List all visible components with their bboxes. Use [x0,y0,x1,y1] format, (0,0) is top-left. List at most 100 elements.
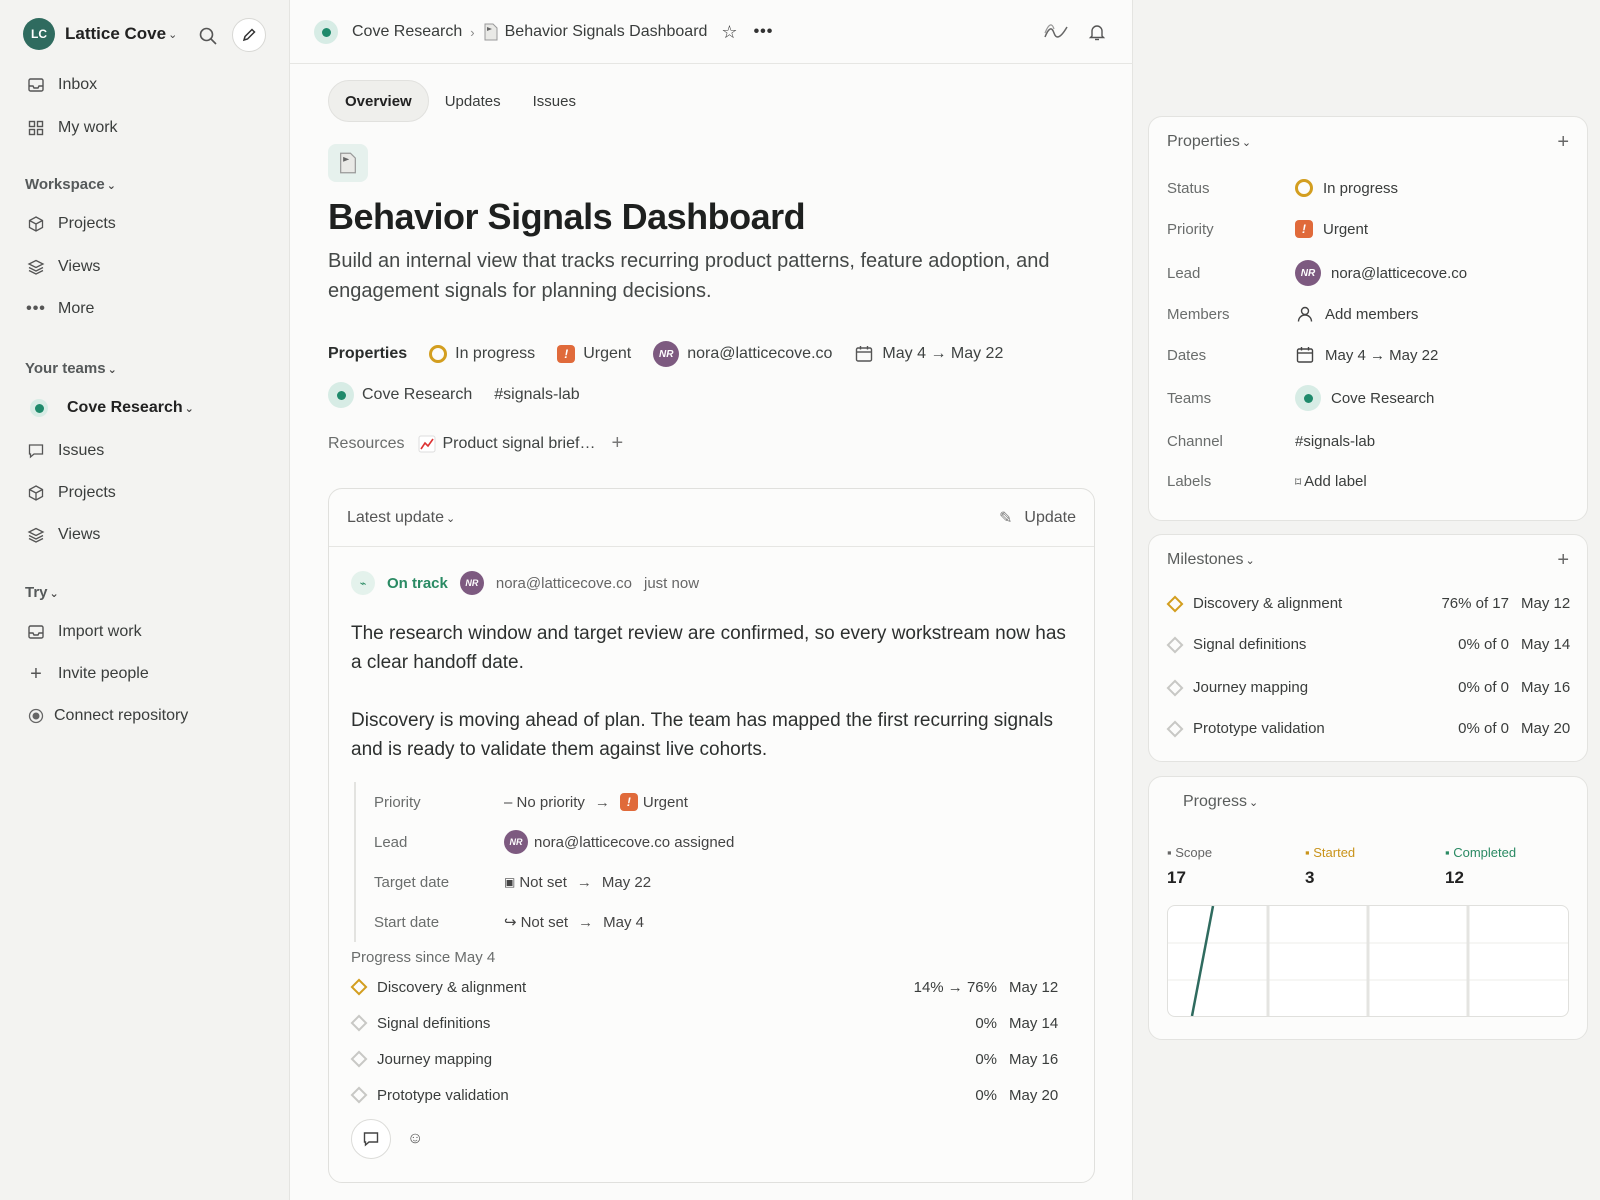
project-icon[interactable] [328,144,368,182]
sidebar-item-label: Projects [58,484,116,501]
team-icon [29,398,49,418]
sidebar-item-team-projects[interactable]: Projects [26,481,116,505]
emoji-icon[interactable]: ☺ [407,1130,423,1148]
list-item[interactable]: Prototype validation 0% May 20 [349,1077,1061,1113]
sidebar-item-inbox[interactable]: Inbox [26,73,97,97]
update-paragraph: Discovery is moving ahead of plan. The t… [351,710,1053,760]
team-chip[interactable]: Cove Research [328,382,472,408]
change-to: May 4 [603,913,644,931]
in-progress-icon [1295,179,1313,197]
priority-chip[interactable]: ! Urgent [557,345,631,363]
progress-panel-toggle[interactable]: Progress ⌄ [1183,793,1258,811]
repository-icon [26,706,46,726]
breadcrumb-project[interactable]: Behavior Signals Dashboard [505,23,708,41]
property-value: In progress [1323,179,1399,197]
teams-value[interactable]: Cove Research [1295,385,1434,411]
channel-value[interactable]: #signals-lab [1295,433,1375,450]
add-label-button[interactable]: ⌑ Add label [1295,473,1367,490]
sidebar-item-invite-people[interactable]: + Invite people [26,662,149,686]
list-item[interactable]: Discovery & alignment 14% → 76% May 12 [349,969,1061,1005]
project-description[interactable]: Build an internal view that tracks recur… [328,246,1088,306]
tab-overview[interactable]: Overview [328,80,429,122]
chevron-down-icon: ⌄ [184,402,194,415]
dates-value[interactable]: May 4 → May 22 [1295,345,1438,365]
more-icon[interactable]: ••• [754,23,774,41]
list-item[interactable]: Journey mapping 0% May 16 [349,1041,1061,1077]
workspace-switcher[interactable]: LC Lattice Cove ⌄ [23,18,177,50]
list-item[interactable]: Discovery & alignment 76% of 17 May 12 [1166,595,1571,612]
latest-update-toggle[interactable]: Latest update ⌄ [347,509,455,527]
add-property-icon[interactable]: + [1557,131,1569,154]
star-icon[interactable]: ☆ [721,22,737,43]
breadcrumb: Cove Research › Behavior Signals Dashboa… [314,20,773,44]
list-item[interactable]: Journey mapping 0% of 0 May 16 [1166,679,1571,696]
list-item[interactable]: Signal definitions 0% May 14 [349,1005,1061,1041]
properties-panel-toggle[interactable]: Properties ⌄ [1167,133,1251,151]
grid-icon [26,118,46,138]
lead-value[interactable]: NR nora@latticecove.co [1295,260,1467,286]
activity-icon[interactable] [1043,22,1069,42]
update-button[interactable]: ✎ Update [999,508,1076,528]
property-priority: Priority! Urgent [1167,220,1571,238]
sidebar-item-my-work[interactable]: My work [26,116,118,140]
tab-updates[interactable]: Updates [429,80,517,122]
dates-chip[interactable]: May 4 → May 22 [854,344,1003,364]
sidebar-item-label: Inbox [58,76,98,93]
list-item[interactable]: Prototype validation 0% of 0 May 20 [1166,720,1571,737]
add-milestone-icon[interactable]: + [1557,549,1569,572]
milestone-diamond-icon [1166,595,1184,612]
sidebar-item-issues[interactable]: Issues [26,439,104,463]
urgent-icon: ! [557,345,576,363]
breadcrumb-team[interactable]: Cove Research [352,23,462,41]
milestone-percent: 0% of 0 [1458,636,1509,653]
channel-chip[interactable]: #signals-lab [494,386,579,404]
list-item[interactable]: Signal definitions 0% of 0 May 14 [1166,636,1571,653]
property-label: Labels [1167,473,1212,490]
workspace-section-toggle[interactable]: Workspace ⌄ [25,176,116,193]
milestone-name: Prototype validation [377,1086,509,1104]
properties-row-2: Cove Research #signals-lab [328,382,602,408]
status-value[interactable]: In progress [1295,179,1398,197]
page-title[interactable]: Behavior Signals Dashboard [328,196,806,238]
teams-section-toggle[interactable]: Your teams ⌄ [25,360,117,377]
milestones-panel-toggle[interactable]: Milestones ⌄ [1167,551,1255,569]
sidebar-item-projects[interactable]: Projects [26,212,116,236]
comment-button[interactable] [351,1119,391,1159]
sidebar-team-cove-research[interactable]: Cove Research ⌄ [29,396,194,420]
members-value[interactable]: Add members [1295,304,1418,324]
milestone-date: May 20 [1521,720,1571,737]
sidebar-item-team-views[interactable]: Views [26,523,100,547]
health-status: On track [387,574,448,592]
search-icon[interactable] [196,24,220,48]
milestone-diamond-icon [350,1050,368,1068]
stat-value: 17 [1167,868,1186,887]
inbox-icon [26,75,46,95]
milestone-name: Signal definitions [1193,636,1307,653]
lead-text: nora@latticecove.co [687,345,833,362]
try-section-toggle[interactable]: Try ⌄ [25,584,59,601]
document-icon [483,23,499,41]
sidebar-item-label: Import work [58,623,142,640]
change-label: Priority [374,793,421,811]
bell-icon[interactable] [1087,22,1107,42]
sidebar-item-import-work[interactable]: Import work [26,620,142,644]
layers-icon [26,525,46,545]
update-author[interactable]: nora@latticecove.co [496,575,632,592]
chevron-down-icon: ⌄ [107,364,117,376]
milestone-name: Journey mapping [377,1050,493,1068]
priority-value[interactable]: ! Urgent [1295,220,1368,238]
update-changes: Priority – No priority →! Urgent Lead NR no… [354,782,1054,942]
resource-link[interactable]: Product signal brief… [418,435,595,453]
lead-chip[interactable]: NR nora@latticecove.co [653,341,832,367]
status-text: In progress [455,345,536,362]
sidebar-item-connect-repository[interactable]: Connect repository [26,704,188,728]
sidebar-item-views[interactable]: Views [26,255,100,279]
sidebar-item-more[interactable]: ••• More [26,297,94,321]
team-name: Cove Research [67,399,183,416]
properties-panel: Properties ⌄ + Status In progress Priority… [1148,116,1588,521]
add-resource-icon[interactable]: + [611,432,623,455]
compose-icon[interactable] [232,18,266,52]
status-chip[interactable]: In progress [429,345,535,363]
tab-issues[interactable]: Issues [517,80,592,122]
tag-icon: ⌑ [1295,474,1302,489]
